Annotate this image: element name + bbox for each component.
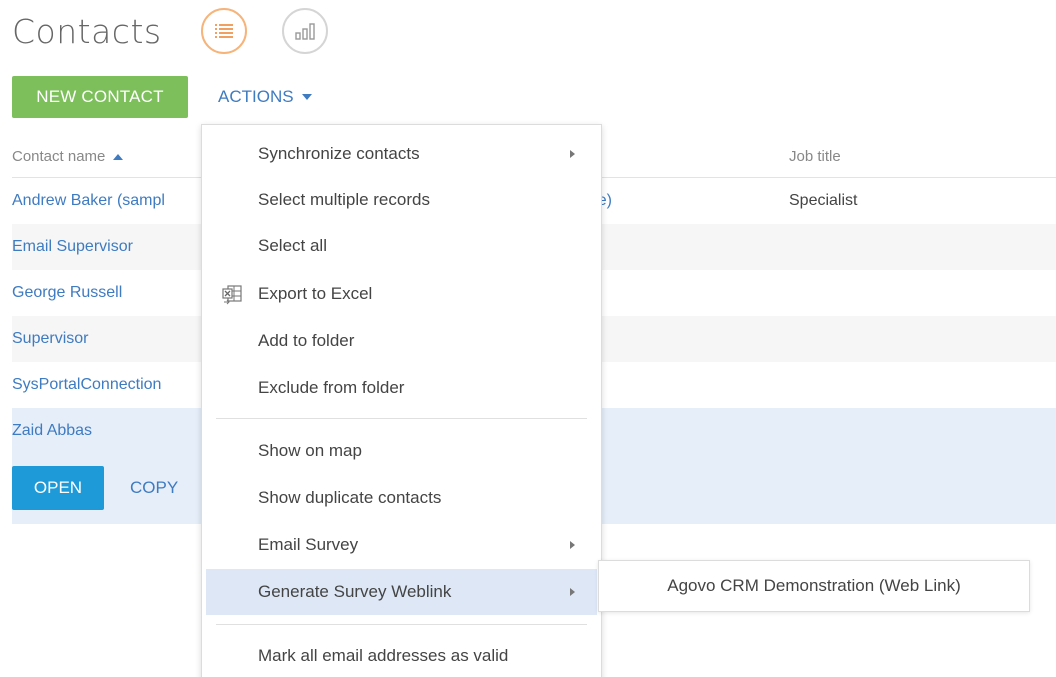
actions-button[interactable]: ACTIONS — [218, 76, 312, 118]
survey-weblink-submenu: Agovo CRM Demonstration (Web Link) — [598, 560, 1030, 612]
menu-item-show-on-map[interactable]: Show on map — [206, 428, 597, 474]
menu-item-add-to-folder[interactable]: Add to folder — [206, 318, 597, 364]
menu-item-email-survey[interactable]: Email Survey — [206, 522, 597, 568]
contact-name-link[interactable]: Zaid Abbas — [12, 422, 92, 440]
contact-name-link[interactable]: George Russell — [12, 284, 122, 302]
menu-item-synchronize-contacts[interactable]: Synchronize contacts — [206, 131, 597, 177]
menu-divider — [216, 418, 587, 419]
sort-ascending-icon — [113, 153, 124, 160]
chevron-right-icon — [570, 541, 575, 549]
job-title: Specialist — [789, 192, 858, 209]
menu-item-export-to-excel[interactable]: Export to Excel — [206, 271, 597, 317]
menu-item-generate-survey-weblink[interactable]: Generate Survey Weblink — [206, 569, 597, 615]
chart-view-icon — [295, 23, 315, 40]
menu-divider — [216, 624, 587, 625]
column-header-job-title[interactable]: Job title — [789, 148, 841, 165]
list-view-icon — [215, 24, 233, 38]
excel-export-icon — [222, 285, 242, 305]
caret-down-icon — [301, 94, 312, 100]
row-actions: OPEN COPY — [12, 466, 178, 510]
page-title: Contacts — [12, 12, 162, 51]
contact-name-link[interactable]: SysPortalConnection — [12, 376, 161, 394]
menu-item-show-duplicate-contacts[interactable]: Show duplicate contacts — [206, 475, 597, 521]
contact-name-link[interactable]: Andrew Baker (sampl — [12, 192, 165, 210]
open-button[interactable]: OPEN — [12, 466, 104, 510]
contact-name-link[interactable]: Email Supervisor — [12, 238, 133, 256]
chevron-right-icon — [570, 588, 575, 596]
menu-item-mark-email-valid[interactable]: Mark all email addresses as valid — [206, 633, 597, 677]
menu-item-select-all[interactable]: Select all — [206, 223, 597, 269]
contact-name-link[interactable]: Supervisor — [12, 330, 88, 348]
list-view-button[interactable] — [201, 8, 247, 54]
menu-item-select-multiple-records[interactable]: Select multiple records — [206, 177, 597, 223]
column-header-contact-name[interactable]: Contact name — [12, 148, 124, 165]
actions-dropdown-menu: Synchronize contacts Select multiple rec… — [201, 124, 602, 677]
copy-button[interactable]: COPY — [130, 478, 178, 498]
chevron-right-icon — [570, 150, 575, 158]
submenu-item-survey-link[interactable]: Agovo CRM Demonstration (Web Link) — [599, 561, 1029, 611]
actions-label: ACTIONS — [218, 87, 294, 106]
menu-item-exclude-from-folder[interactable]: Exclude from folder — [206, 365, 597, 411]
new-contact-button[interactable]: NEW CONTACT — [12, 76, 188, 118]
chart-view-button[interactable] — [282, 8, 328, 54]
